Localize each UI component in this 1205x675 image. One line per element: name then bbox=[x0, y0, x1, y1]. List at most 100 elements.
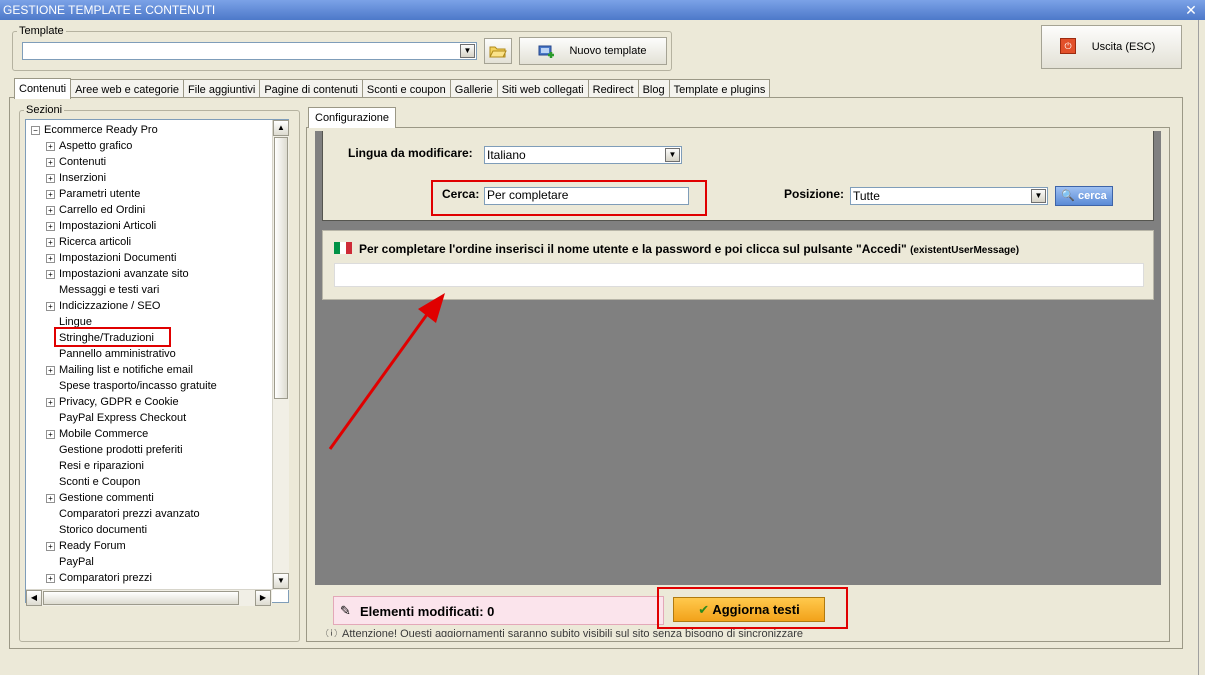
main-tabs: Contenuti Aree web e categorie File aggiun… bbox=[14, 78, 771, 99]
expand-icon[interactable]: + bbox=[46, 254, 55, 263]
expand-icon[interactable]: + bbox=[46, 542, 55, 551]
tree-item[interactable]: Carrello ed Ordini bbox=[59, 203, 145, 217]
tree-item[interactable]: PayPal bbox=[59, 555, 94, 569]
sections-tree: − Ecommerce Ready Pro + Aspetto grafico + C… bbox=[25, 119, 289, 603]
template-group-legend: Template bbox=[19, 25, 64, 37]
tree-item[interactable]: Mailing list e notifiche email bbox=[59, 363, 193, 377]
tree-item[interactable]: Impostazioni Articoli bbox=[59, 219, 156, 233]
tab-configurazione[interactable]: Configurazione bbox=[308, 107, 396, 128]
expand-icon[interactable]: + bbox=[46, 190, 55, 199]
exit-button[interactable]: ⏻ Uscita (ESC) bbox=[1041, 25, 1182, 69]
chevron-down-icon[interactable]: ▼ bbox=[1031, 189, 1046, 203]
template-select[interactable]: ▼ bbox=[22, 42, 477, 60]
tab-aree-web[interactable]: Aree web e categorie bbox=[70, 79, 185, 99]
hscroll-thumb[interactable] bbox=[43, 591, 239, 605]
power-icon: ⏻ bbox=[1060, 38, 1076, 54]
collapse-icon[interactable]: − bbox=[31, 126, 40, 135]
scroll-right-icon[interactable]: ▶ bbox=[255, 590, 271, 606]
tab-sconti-coupon[interactable]: Sconti e coupon bbox=[361, 79, 451, 99]
tree-item[interactable]: Gestione commenti bbox=[59, 491, 154, 505]
expand-icon[interactable]: + bbox=[46, 430, 55, 439]
expand-icon[interactable]: + bbox=[46, 302, 55, 311]
tab-siti-collegati[interactable]: Siti web collegati bbox=[496, 79, 589, 99]
new-template-button[interactable]: Nuovo template bbox=[519, 37, 667, 65]
result-key: (existentUserMessage) bbox=[910, 245, 1020, 256]
tree-item[interactable]: Comparatori prezzi avanzato bbox=[59, 507, 200, 521]
tree-item[interactable]: Pannello amministrativo bbox=[59, 347, 176, 361]
scroll-thumb[interactable] bbox=[274, 137, 288, 399]
scroll-up-icon[interactable]: ▲ bbox=[273, 120, 289, 136]
tree-item[interactable]: Parametri utente bbox=[59, 187, 140, 201]
window-title: GESTIONE TEMPLATE E CONTENUTI bbox=[3, 3, 216, 17]
expand-icon[interactable]: + bbox=[46, 398, 55, 407]
expand-icon[interactable]: + bbox=[46, 366, 55, 375]
close-icon[interactable]: ✕ bbox=[1183, 2, 1199, 18]
tree-item[interactable]: Storico documenti bbox=[59, 523, 147, 537]
expand-icon[interactable]: + bbox=[46, 206, 55, 215]
result-message: Per completare l'ordine inserisci il nom… bbox=[359, 242, 907, 256]
chevron-down-icon[interactable]: ▼ bbox=[460, 44, 475, 58]
tree-item[interactable]: PayPal Express Checkout bbox=[59, 411, 186, 425]
highlight-stringhe bbox=[54, 327, 171, 347]
tab-gallerie[interactable]: Gallerie bbox=[449, 79, 498, 99]
tree-item[interactable]: Resi e riparazioni bbox=[59, 459, 144, 473]
tree-item[interactable]: Comparatori prezzi bbox=[59, 571, 152, 585]
tree-root[interactable]: Ecommerce Ready Pro bbox=[44, 123, 158, 137]
tree-item[interactable]: Ready Forum bbox=[59, 539, 126, 553]
tree-item[interactable]: Sconti e Coupon bbox=[59, 475, 140, 489]
tab-file-aggiuntivi[interactable]: File aggiuntivi bbox=[183, 79, 261, 99]
highlight-search bbox=[431, 180, 707, 216]
scroll-left-icon[interactable]: ◀ bbox=[26, 590, 42, 606]
tree-item[interactable]: Contenuti bbox=[59, 155, 106, 169]
tree-item[interactable]: Mobile Commerce bbox=[59, 427, 148, 441]
magnifier-icon: 🔍 bbox=[1061, 190, 1075, 202]
modified-count-box: ✎ Elementi modificati: 0 bbox=[333, 596, 664, 625]
modified-count: Elementi modificati: 0 bbox=[360, 604, 495, 619]
chevron-down-icon[interactable]: ▼ bbox=[665, 148, 680, 162]
tree-item[interactable]: Gestione prodotti preferiti bbox=[59, 443, 183, 457]
position-select[interactable]: Tutte ▼ bbox=[850, 187, 1048, 205]
translation-input[interactable] bbox=[334, 263, 1144, 287]
italian-flag-icon bbox=[334, 242, 352, 254]
expand-icon[interactable]: + bbox=[46, 238, 55, 247]
tree-item[interactable]: Indicizzazione / SEO bbox=[59, 299, 161, 313]
tree-item[interactable]: Impostazioni Documenti bbox=[59, 251, 176, 265]
search-button[interactable]: 🔍 cerca bbox=[1055, 186, 1113, 206]
tab-redirect[interactable]: Redirect bbox=[587, 79, 639, 99]
tree-item[interactable]: Spese trasporto/incasso gratuite bbox=[59, 379, 217, 393]
language-select[interactable]: Italiano ▼ bbox=[484, 146, 682, 164]
tree-item[interactable]: Privacy, GDPR e Cookie bbox=[59, 395, 179, 409]
open-folder-button[interactable] bbox=[484, 38, 512, 64]
annotation-arrow bbox=[328, 293, 445, 450]
expand-icon[interactable]: + bbox=[46, 494, 55, 503]
exit-label: Uscita (ESC) bbox=[1091, 41, 1156, 53]
tab-blog[interactable]: Blog bbox=[637, 79, 670, 99]
scroll-down-icon[interactable]: ▼ bbox=[273, 573, 289, 589]
tree-item[interactable]: Ricerca articoli bbox=[59, 235, 131, 249]
position-label: Posizione: bbox=[784, 187, 845, 201]
language-label: Lingua da modificare: bbox=[348, 146, 473, 160]
tab-contenuti[interactable]: Contenuti bbox=[14, 78, 72, 99]
window-titlebar: GESTIONE TEMPLATE E CONTENUTI ✕ bbox=[0, 0, 1205, 20]
info-icon: ⓘ bbox=[326, 629, 337, 637]
add-template-icon bbox=[538, 45, 554, 58]
tree-item[interactable]: Aspetto grafico bbox=[59, 139, 132, 153]
expand-icon[interactable]: + bbox=[46, 158, 55, 167]
sections-legend: Sezioni bbox=[26, 104, 63, 116]
folder-icon bbox=[489, 46, 507, 58]
tree-item[interactable]: Messaggi e testi vari bbox=[59, 283, 159, 297]
tree-item[interactable]: Impostazioni avanzate sito bbox=[59, 267, 189, 281]
expand-icon[interactable]: + bbox=[46, 222, 55, 231]
expand-icon[interactable]: + bbox=[46, 142, 55, 151]
pencil-icon: ✎ bbox=[340, 603, 351, 618]
expand-icon[interactable]: + bbox=[46, 174, 55, 183]
tree-vertical-scrollbar[interactable]: ▲ ▼ bbox=[272, 120, 289, 590]
expand-icon[interactable]: + bbox=[46, 574, 55, 583]
window-frame-right bbox=[1198, 20, 1205, 675]
expand-icon[interactable]: + bbox=[46, 270, 55, 279]
warning-text: ⓘ Attenzione! Questi aggiornamenti sarann… bbox=[326, 629, 866, 637]
tree-horizontal-scrollbar[interactable]: ◀ ▶ bbox=[26, 589, 272, 606]
tab-template-plugins[interactable]: Template e plugins bbox=[668, 79, 771, 99]
tree-item[interactable]: Inserzioni bbox=[59, 171, 106, 185]
tab-pagine-contenuti[interactable]: Pagine di contenuti bbox=[259, 79, 363, 99]
